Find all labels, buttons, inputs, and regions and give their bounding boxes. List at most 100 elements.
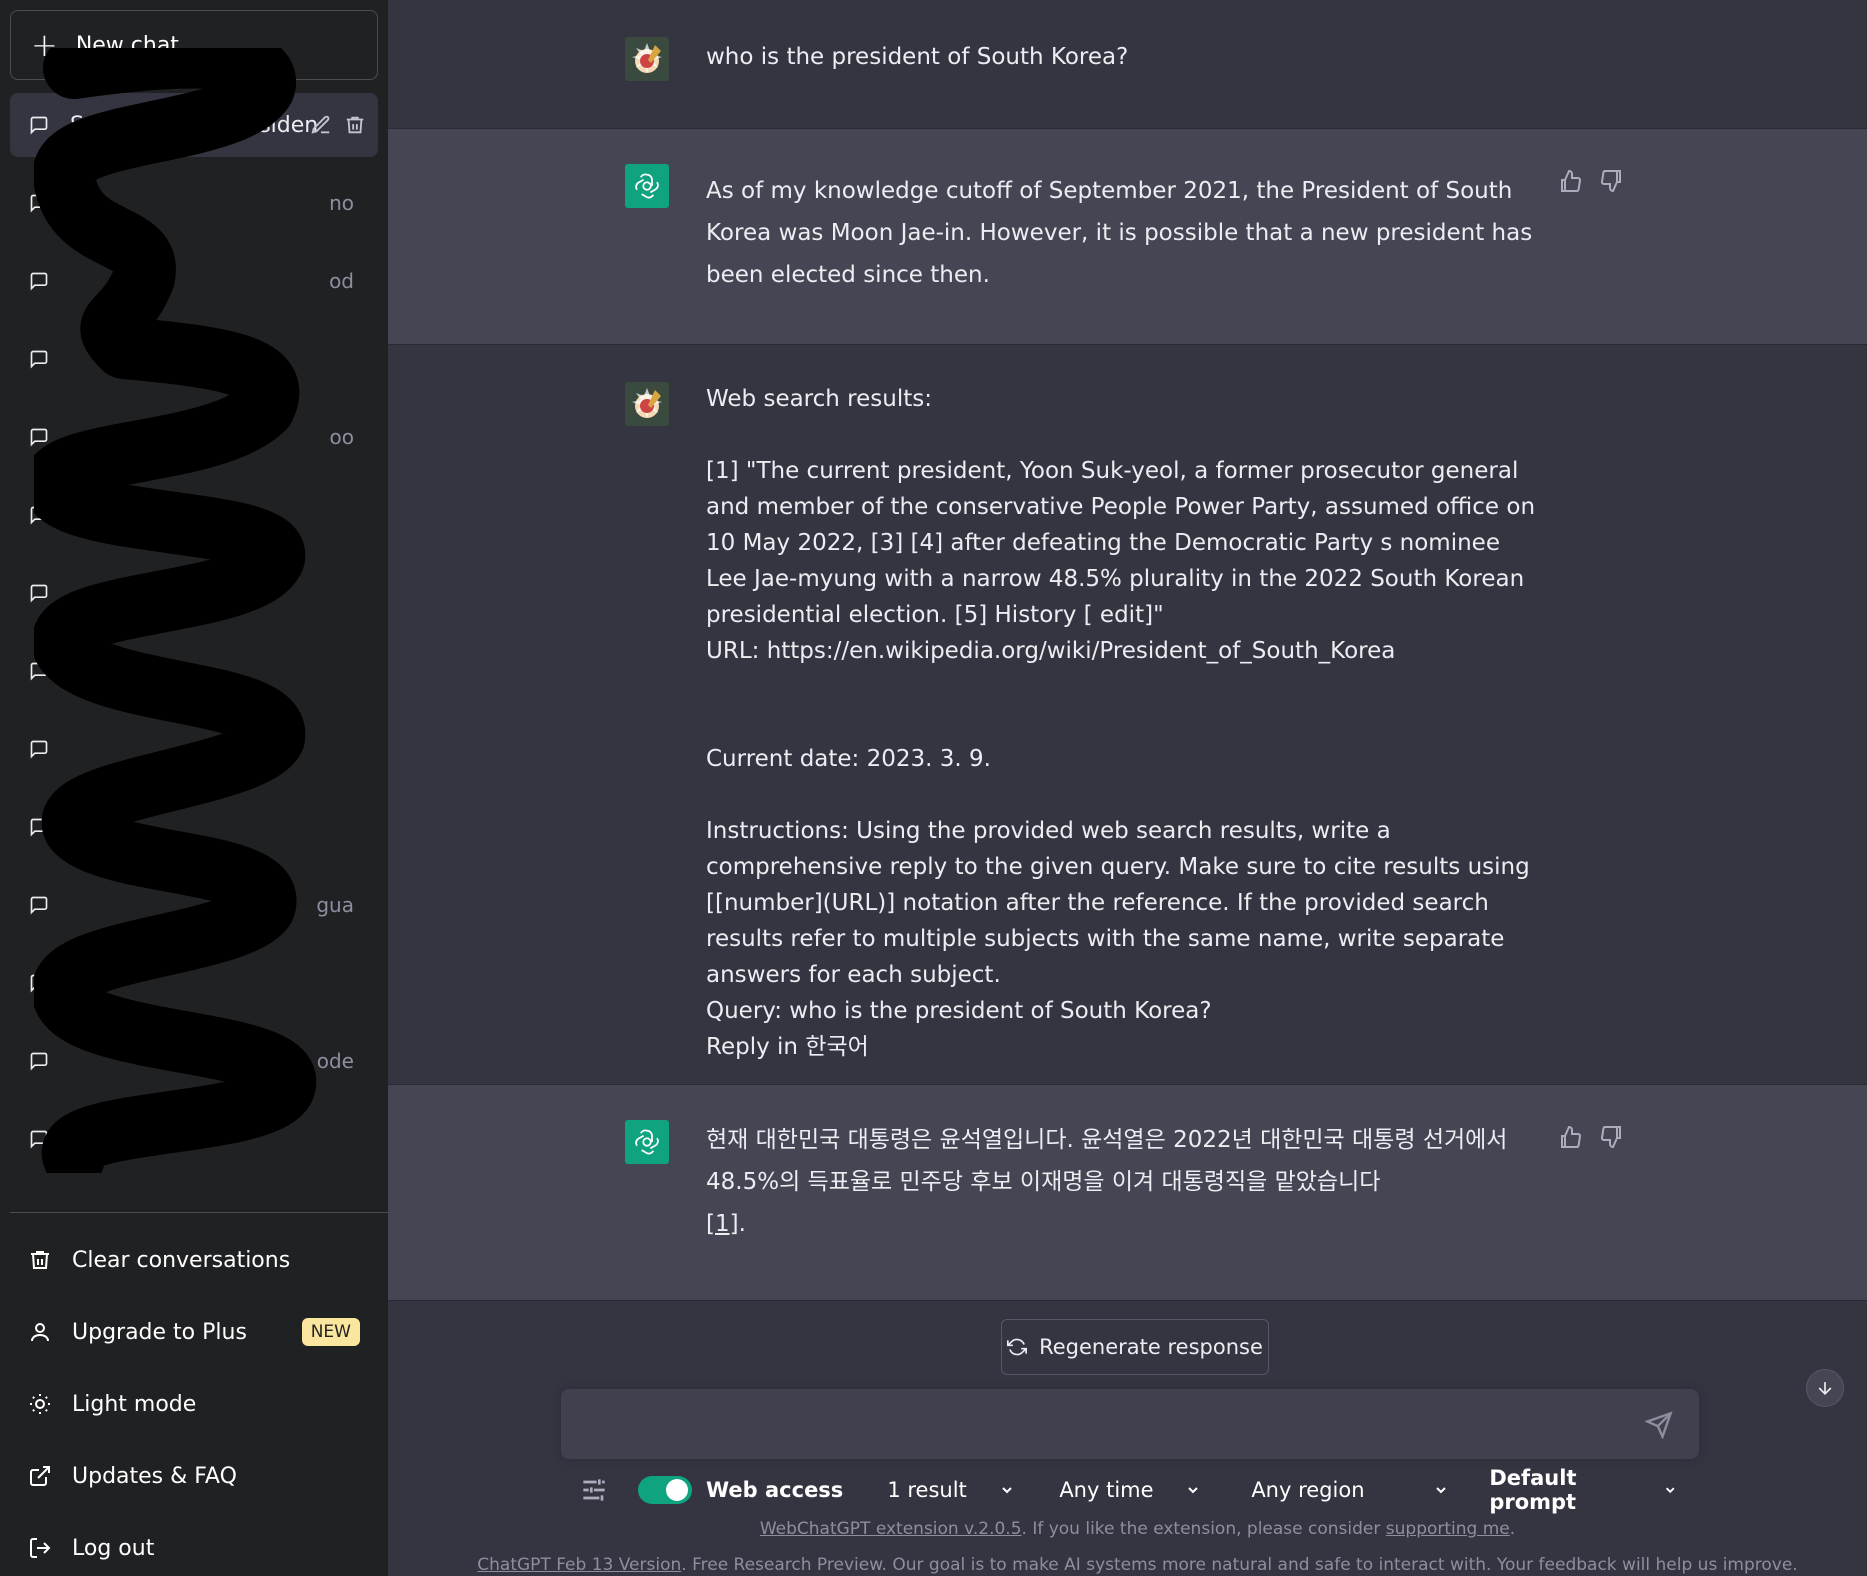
- assistant-message-row: As of my knowledge cutoff of September 2…: [388, 129, 1867, 345]
- message-icon: [30, 740, 48, 759]
- conversation-item[interactable]: [10, 717, 378, 781]
- message-icon: [30, 974, 48, 993]
- answer-end: .: [738, 1211, 746, 1237]
- message-icon: [30, 194, 48, 213]
- chevron-down-icon: [1436, 1487, 1447, 1494]
- version-link[interactable]: ChatGPT Feb 13 Version: [477, 1555, 681, 1575]
- thumbs-down-icon[interactable]: [1600, 169, 1624, 193]
- light-mode-button[interactable]: Light mode: [10, 1368, 378, 1440]
- results-select[interactable]: 1 result: [887, 1478, 1015, 1502]
- message-icon: [30, 272, 48, 291]
- message-icon: [30, 350, 48, 369]
- clear-conversations-button[interactable]: Clear conversations: [10, 1224, 378, 1296]
- conversation-item[interactable]: [10, 951, 378, 1015]
- edit-icon[interactable]: [310, 114, 332, 136]
- chatgpt-logo-icon: [625, 1120, 669, 1164]
- assistant-message-row: 현재 대한민국 대통령은 윤석열입니다. 윤석열은 2022년 대한민국 대통령…: [388, 1085, 1867, 1301]
- updates-label: Updates & FAQ: [72, 1463, 237, 1489]
- upgrade-label: Upgrade to Plus: [72, 1319, 247, 1345]
- conversation-title-fragment: od: [329, 269, 354, 293]
- user-avatar: [625, 37, 669, 81]
- extension-note-text: . If you like the extension, please cons…: [1021, 1519, 1386, 1539]
- sidebar-divider: [10, 1212, 388, 1213]
- sun-icon: [30, 1394, 50, 1414]
- conversation-item[interactable]: [10, 1107, 378, 1171]
- region-value: Any region: [1251, 1478, 1365, 1502]
- conversation-item[interactable]: od: [10, 249, 378, 313]
- conversation-item[interactable]: [10, 483, 378, 547]
- conversation-item[interactable]: oo: [10, 405, 378, 469]
- web-access-label: Web access: [706, 1478, 844, 1502]
- assistant-answer: 현재 대한민국 대통령은 윤석열입니다. 윤석열은 2022년 대한민국 대통령…: [706, 1127, 1515, 1195]
- conversation-item[interactable]: [10, 639, 378, 703]
- message-icon: [30, 1130, 48, 1149]
- new-chat-button[interactable]: + New chat: [10, 10, 378, 80]
- logout-button[interactable]: Log out: [10, 1512, 378, 1576]
- conversation-title-fragment: gua: [316, 893, 354, 917]
- user-avatar: [625, 382, 669, 426]
- sidebar-bottom-menu: Clear conversations Upgrade to Plus NEW …: [10, 1224, 378, 1576]
- updates-faq-link[interactable]: Updates & FAQ: [10, 1440, 378, 1512]
- logout-label: Log out: [72, 1535, 155, 1561]
- assistant-message-text: As of my knowledge cutoff of September 2…: [706, 178, 1540, 288]
- new-chat-label: New chat: [75, 32, 179, 58]
- clear-label: Clear conversations: [72, 1247, 291, 1273]
- sidebar: + New chat South Korean Presiden no od oo g…: [0, 0, 388, 1576]
- scroll-to-bottom-button[interactable]: [1806, 1369, 1844, 1407]
- chevron-down-icon: [1188, 1487, 1199, 1494]
- conversation-item[interactable]: no: [10, 171, 378, 235]
- time-select[interactable]: Any time: [1059, 1478, 1201, 1502]
- message-icon: [30, 116, 48, 135]
- trash-icon[interactable]: [344, 114, 366, 136]
- results-value: 1 result: [887, 1478, 967, 1502]
- web-access-toggle[interactable]: [638, 1476, 692, 1504]
- conversation-item[interactable]: [10, 561, 378, 625]
- light-mode-label: Light mode: [72, 1391, 197, 1417]
- extension-note: WebChatGPT extension v.2.0.5. If you lik…: [388, 1519, 1867, 1539]
- conversation-item-active[interactable]: South Korean Presiden: [10, 93, 378, 157]
- user-icon: [31, 1323, 49, 1342]
- message-icon: [30, 896, 48, 915]
- prompt-value: Default prompt: [1489, 1466, 1577, 1514]
- upgrade-button[interactable]: Upgrade to Plus NEW: [10, 1296, 378, 1368]
- feedback-buttons: [1558, 169, 1624, 193]
- extension-link[interactable]: WebChatGPT extension v.2.0.5: [760, 1519, 1022, 1539]
- thumbs-up-icon[interactable]: [1558, 1125, 1582, 1149]
- settings-sliders-icon[interactable]: [578, 1474, 610, 1506]
- version-note-text: . Free Research Preview. Our goal is to …: [681, 1555, 1798, 1575]
- regenerate-response-button[interactable]: Regenerate response: [1001, 1319, 1269, 1375]
- message-icon: [30, 428, 48, 447]
- refresh-icon: [1007, 1338, 1028, 1356]
- user-message-row: who is the president of South Korea?: [388, 0, 1867, 129]
- conversation-item[interactable]: [10, 327, 378, 391]
- message-icon: [30, 1052, 48, 1071]
- new-badge: NEW: [301, 1318, 360, 1346]
- plus-icon: +: [31, 26, 58, 64]
- conversation-list: South Korean Presiden no od oo gua ode: [10, 93, 378, 1171]
- thumbs-down-icon[interactable]: [1600, 1125, 1624, 1149]
- user-message-text: who is the president of South Korea?: [706, 44, 1129, 70]
- chevron-down-icon: [1002, 1487, 1013, 1494]
- user-message-text: Web search results: [1] "The current pre…: [706, 386, 1536, 1060]
- assistant-message-text: 현재 대한민국 대통령은 윤석열입니다. 윤석열은 2022년 대한민국 대통령…: [706, 1119, 1536, 1245]
- chevron-down-icon: [1665, 1487, 1675, 1494]
- prompt-select[interactable]: Default prompt: [1489, 1466, 1677, 1514]
- message-icon: [30, 662, 48, 681]
- send-icon[interactable]: [1645, 1411, 1673, 1439]
- conversation-title-fragment: oo: [329, 425, 354, 449]
- logout-icon: [30, 1538, 51, 1558]
- trash-icon: [31, 1251, 49, 1269]
- citation-link[interactable]: [1]: [706, 1211, 739, 1237]
- conversation-item[interactable]: [10, 795, 378, 859]
- time-value: Any time: [1059, 1478, 1154, 1502]
- message-icon: [30, 818, 48, 837]
- message-input[interactable]: [561, 1389, 1699, 1459]
- message-icon: [30, 584, 48, 603]
- conversation-item[interactable]: ode: [10, 1029, 378, 1093]
- conversation-item[interactable]: gua: [10, 873, 378, 937]
- conversation-title: South Korean Presiden: [70, 112, 319, 138]
- region-select[interactable]: Any region: [1251, 1478, 1449, 1502]
- thumbs-up-icon[interactable]: [1558, 169, 1582, 193]
- support-link[interactable]: supporting me: [1386, 1519, 1510, 1539]
- conversation-title-fragment: no: [329, 191, 354, 215]
